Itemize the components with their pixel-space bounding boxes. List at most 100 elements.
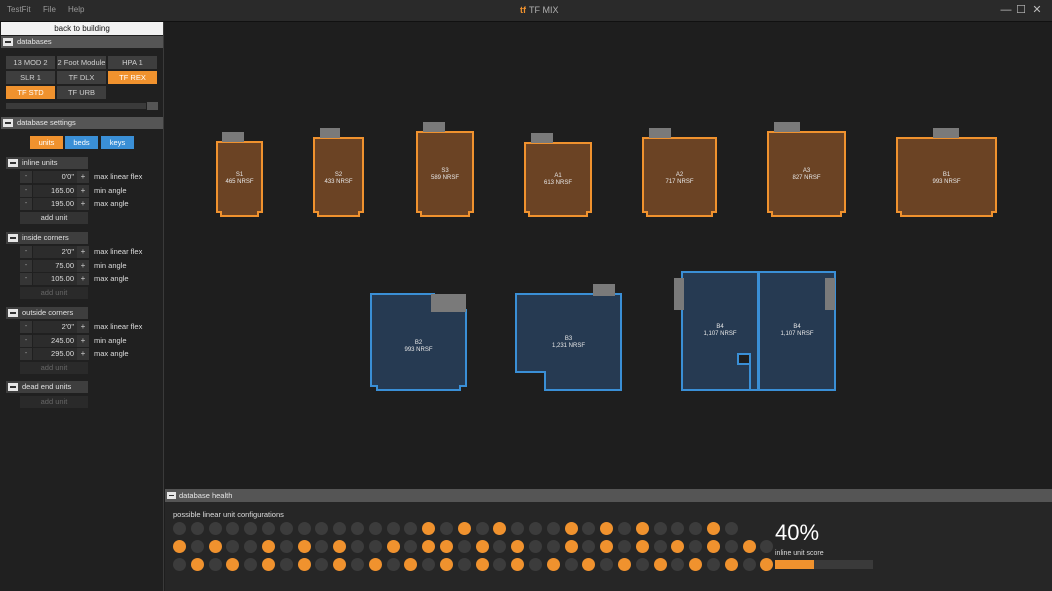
configuration-dot[interactable] [582, 558, 596, 571]
tab-units[interactable]: units [30, 136, 63, 149]
configuration-dot[interactable] [742, 540, 756, 553]
configuration-dot[interactable] [386, 540, 400, 553]
configuration-dot[interactable] [404, 540, 418, 553]
configuration-dot[interactable] [297, 540, 311, 553]
configuration-dot[interactable] [724, 540, 738, 553]
database-button[interactable]: TF DLX [57, 71, 106, 84]
decrement-button[interactable]: - [20, 273, 32, 285]
configuration-dot[interactable] [315, 522, 329, 535]
database-settings-header[interactable]: database settings [1, 117, 163, 129]
unit-a1[interactable]: A1 613 NRSF [524, 133, 592, 217]
database-button[interactable]: SLR 1 [6, 71, 55, 84]
unit-s1[interactable]: S1 465 NRSF [216, 132, 263, 217]
configuration-dot[interactable] [600, 558, 614, 571]
configuration-dot[interactable] [386, 522, 400, 535]
param-value[interactable]: 195.00 [33, 198, 77, 210]
configuration-dot[interactable] [724, 558, 738, 571]
configuration-dot[interactable] [635, 540, 649, 553]
increment-button[interactable]: + [77, 334, 89, 347]
add-unit-button[interactable]: add unit [20, 396, 88, 408]
configuration-dot[interactable] [333, 558, 347, 571]
param-value[interactable]: 245.00 [33, 334, 77, 347]
configuration-dot[interactable] [368, 558, 382, 571]
unit-b2[interactable]: B2 993 NRSF [370, 293, 467, 391]
configuration-dot[interactable] [546, 540, 560, 553]
configuration-dot[interactable] [440, 540, 453, 553]
add-unit-button[interactable]: add unit [20, 361, 88, 374]
decrement-button[interactable]: - [20, 334, 32, 347]
collapse-icon[interactable] [167, 492, 176, 499]
configuration-dot[interactable] [529, 540, 542, 553]
tab-beds[interactable]: beds [65, 136, 98, 149]
configuration-dot[interactable] [208, 558, 222, 571]
decrement-button[interactable]: - [20, 321, 32, 333]
increment-button[interactable]: + [77, 198, 89, 210]
configuration-dot[interactable] [511, 558, 525, 571]
database-button[interactable]: TF REX [108, 71, 157, 84]
configuration-dot[interactable] [671, 558, 685, 571]
configuration-dot[interactable] [475, 540, 489, 553]
configuration-dot[interactable] [493, 522, 507, 535]
chevron-down-icon[interactable] [147, 102, 158, 110]
configuration-dot[interactable] [262, 540, 275, 553]
configuration-dot[interactable] [511, 522, 525, 535]
unit-b4[interactable]: B4 1,107 NRSF [674, 271, 759, 391]
configuration-dot[interactable] [173, 540, 186, 553]
configuration-dot[interactable] [546, 522, 560, 535]
configuration-dot[interactable] [244, 522, 258, 535]
param-value[interactable]: 105.00 [33, 273, 77, 285]
database-health-header[interactable]: database health [165, 489, 1052, 502]
configuration-dot[interactable] [190, 522, 204, 535]
unit-b3[interactable]: B3 1,231 NRSF [515, 284, 622, 391]
configuration-dot[interactable] [297, 558, 311, 571]
configuration-dot[interactable] [760, 540, 774, 553]
configuration-dot[interactable] [760, 558, 774, 571]
unit-s3[interactable]: S3 589 NRSF [416, 122, 474, 217]
configuration-dot[interactable] [600, 522, 614, 535]
database-scrollbar[interactable] [6, 103, 146, 109]
configuration-dot[interactable] [457, 522, 471, 535]
group-header[interactable]: dead end units [6, 381, 88, 393]
configuration-dot[interactable] [689, 558, 703, 571]
configuration-dot[interactable] [422, 522, 436, 535]
increment-button[interactable]: + [77, 171, 89, 183]
configuration-dot[interactable] [208, 540, 222, 553]
configuration-dot[interactable] [653, 540, 667, 553]
group-header[interactable]: inside corners [6, 232, 88, 244]
collapse-icon[interactable] [3, 38, 13, 46]
configuration-dot[interactable] [457, 540, 471, 553]
configuration-dot[interactable] [315, 540, 329, 553]
database-button[interactable]: 2 Foot Module [57, 56, 106, 69]
increment-button[interactable]: + [77, 259, 89, 272]
configuration-dot[interactable] [475, 558, 489, 571]
configuration-dot[interactable] [173, 522, 186, 535]
configuration-dot[interactable] [297, 522, 311, 535]
configuration-dot[interactable] [493, 540, 507, 553]
close-icon[interactable]: ✕ [1030, 3, 1044, 17]
param-value[interactable]: 2'0" [33, 246, 77, 258]
configuration-dot[interactable] [546, 558, 560, 571]
configuration-dot[interactable] [351, 540, 364, 553]
configuration-dot[interactable] [707, 522, 720, 535]
decrement-button[interactable]: - [20, 246, 32, 258]
group-header[interactable]: inline units [6, 157, 88, 169]
unit-b4[interactable]: B4 1,107 NRSF [758, 271, 836, 391]
configuration-dot[interactable] [244, 540, 258, 553]
configuration-dot[interactable] [279, 522, 293, 535]
database-button[interactable]: HPA 1 [108, 56, 157, 69]
configuration-dot[interactable] [262, 558, 275, 571]
configuration-dot[interactable] [262, 522, 275, 535]
configuration-dot[interactable] [564, 558, 578, 571]
menu-help[interactable]: Help [68, 5, 84, 14]
configuration-dot[interactable] [333, 540, 347, 553]
configuration-dot[interactable] [529, 522, 542, 535]
configuration-dot[interactable] [635, 522, 649, 535]
database-button[interactable]: 13 MOD 2 [6, 56, 55, 69]
configuration-dot[interactable] [422, 558, 436, 571]
configuration-dot[interactable] [190, 540, 204, 553]
back-to-building-button[interactable]: back to building [1, 22, 163, 35]
unit-a3[interactable]: A3 827 NRSF [767, 122, 846, 217]
decrement-button[interactable]: - [20, 348, 32, 360]
configuration-dot[interactable] [368, 522, 382, 535]
configuration-dot[interactable] [279, 558, 293, 571]
